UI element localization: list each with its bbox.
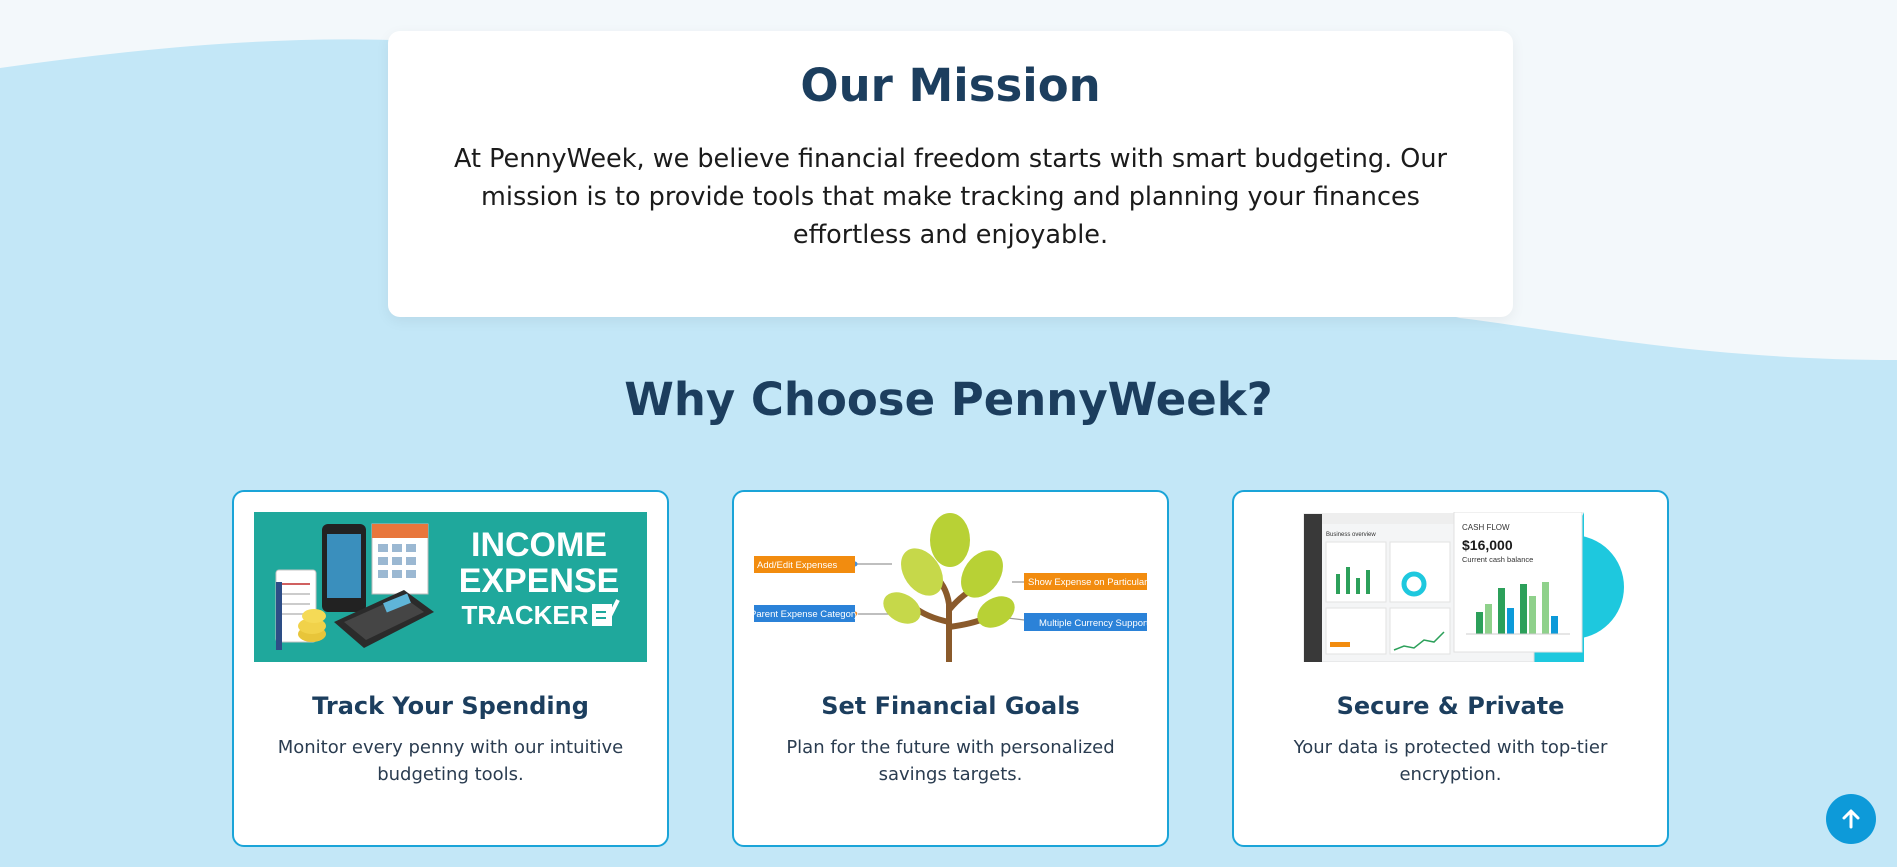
feature-card-track-spending: INCOME EXPENSE TRACKER Track Your Spendi…	[232, 490, 669, 847]
mission-card: Our Mission At PennyWeek, we believe fin…	[388, 31, 1513, 317]
card-title: Track Your Spending	[312, 692, 589, 720]
scroll-to-top-button[interactable]	[1826, 794, 1876, 844]
card-description: Plan for the future with personalized sa…	[786, 737, 1115, 785]
dashboard-illustration: Business overview CASH FLOW $16,000 Curr…	[1254, 512, 1647, 662]
card-title: Set Financial Goals	[821, 692, 1080, 720]
mission-text: At PennyWeek, we believe financial freed…	[453, 144, 1448, 250]
tracker-line-tracker: TRACKER	[461, 600, 588, 630]
calendar-icon	[371, 523, 429, 595]
cash-flow-subtitle: Current cash balance	[1462, 555, 1533, 564]
feature-card-secure-private: Business overview CASH FLOW $16,000 Curr…	[1232, 490, 1669, 847]
tag-parent-expense-category: Parent Expense Category	[754, 609, 859, 620]
dashboard-panel-title: Business overview	[1326, 532, 1376, 538]
arrow-up-icon	[1842, 809, 1860, 829]
feature-card-financial-goals: Add/Edit Expenses Parent Expense Categor…	[732, 490, 1169, 847]
income-expense-tracker-illustration: INCOME EXPENSE TRACKER	[254, 512, 647, 662]
cash-flow-card: CASH FLOW $16,000 Current cash balance	[1453, 512, 1583, 653]
tracker-line-income: INCOME	[471, 526, 607, 564]
cash-flow-label: CASH FLOW	[1462, 523, 1510, 532]
card-title: Secure & Private	[1336, 692, 1565, 720]
mission-title: Our Mission	[800, 59, 1101, 112]
tracker-line-expense: EXPENSE	[459, 562, 620, 600]
card-description: Monitor every penny with our intuitive b…	[277, 737, 624, 785]
card-description: Your data is protected with top-tier enc…	[1293, 737, 1608, 785]
cash-flow-amount: $16,000	[1462, 537, 1513, 553]
tag-add-edit-expenses: Add/Edit Expenses	[757, 560, 838, 571]
dashboard-image: Business overview CASH FLOW $16,000 Curr…	[1254, 512, 1647, 662]
phone-icon	[322, 524, 366, 612]
tag-multiple-currency: Multiple Currency Support	[1039, 618, 1147, 629]
why-choose-title: Why Choose PennyWeek?	[624, 373, 1273, 426]
expense-tree-illustration: Add/Edit Expenses Parent Expense Categor…	[754, 512, 1147, 662]
tag-show-expense: Show Expense on Particular Cost	[1028, 577, 1147, 588]
financial-goals-image: Add/Edit Expenses Parent Expense Categor…	[754, 512, 1147, 662]
income-expense-tracker-image: INCOME EXPENSE TRACKER	[254, 512, 647, 662]
